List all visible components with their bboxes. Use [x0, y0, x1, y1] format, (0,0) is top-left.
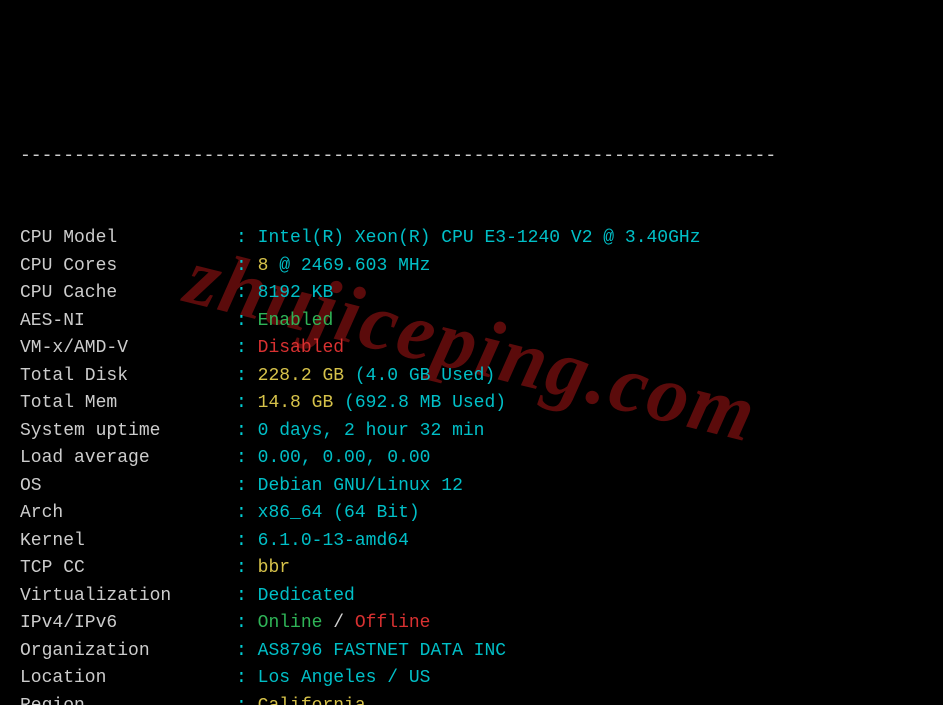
info-row: Total Mem : 14.8 GB (692.8 MB Used): [20, 390, 923, 418]
row-label: CPU Cores: [20, 256, 225, 276]
row-value: /: [322, 613, 354, 633]
row-label: VM-x/AMD-V: [20, 338, 225, 358]
row-value: x86_64 (64 Bit): [258, 503, 420, 523]
terminal-window: zhujiceping.com ------------------------…: [0, 0, 943, 705]
row-value: 8: [258, 256, 280, 276]
colon-separator: :: [225, 311, 257, 331]
colon-separator: :: [225, 283, 257, 303]
info-row: Load average : 0.00, 0.00, 0.00: [20, 445, 923, 473]
info-row: Total Disk : 228.2 GB (4.0 GB Used): [20, 363, 923, 391]
row-label: Arch: [20, 503, 225, 523]
row-label: Load average: [20, 448, 225, 468]
colon-separator: :: [225, 338, 257, 358]
row-label: Total Mem: [20, 393, 225, 413]
info-row: OS : Debian GNU/Linux 12: [20, 473, 923, 501]
colon-separator: :: [225, 256, 257, 276]
row-label: Kernel: [20, 531, 225, 551]
row-value: California: [258, 696, 366, 705]
info-row: TCP CC : bbr: [20, 555, 923, 583]
colon-separator: :: [225, 503, 257, 523]
row-value: 8192 KB: [258, 283, 334, 303]
row-label: Total Disk: [20, 366, 225, 386]
row-label: Location: [20, 668, 225, 688]
colon-separator: :: [225, 228, 257, 248]
row-value: @ 2469.603 MHz: [279, 256, 430, 276]
row-value: (692.8 MB Used): [344, 393, 506, 413]
row-value: (4.0 GB Used): [355, 366, 495, 386]
row-value: 6.1.0-13-amd64: [258, 531, 409, 551]
row-label: CPU Model: [20, 228, 225, 248]
divider-top: ----------------------------------------…: [20, 143, 923, 171]
row-label: TCP CC: [20, 558, 225, 578]
row-value: AS8796 FASTNET DATA INC: [258, 641, 506, 661]
row-label: Region: [20, 696, 225, 705]
row-value: bbr: [258, 558, 290, 578]
row-value: Intel(R) Xeon(R) CPU E3-1240 V2 @ 3.40GH…: [258, 228, 701, 248]
colon-separator: :: [225, 613, 257, 633]
row-value: Disabled: [258, 338, 344, 358]
row-value: Dedicated: [258, 586, 355, 606]
row-value: Debian GNU/Linux 12: [258, 476, 463, 496]
row-value: Los Angeles / US: [258, 668, 431, 688]
info-row: Kernel : 6.1.0-13-amd64: [20, 528, 923, 556]
colon-separator: :: [225, 366, 257, 386]
terminal-content: ----------------------------------------…: [20, 88, 923, 705]
colon-separator: :: [225, 558, 257, 578]
info-row: IPv4/IPv6 : Online / Offline: [20, 610, 923, 638]
colon-separator: :: [225, 531, 257, 551]
info-row: CPU Cores : 8 @ 2469.603 MHz: [20, 253, 923, 281]
info-row: CPU Cache : 8192 KB: [20, 280, 923, 308]
colon-separator: :: [225, 393, 257, 413]
row-value: 0.00, 0.00, 0.00: [258, 448, 431, 468]
row-label: Organization: [20, 641, 225, 661]
info-row: Location : Los Angeles / US: [20, 665, 923, 693]
info-row: VM-x/AMD-V : Disabled: [20, 335, 923, 363]
row-value: 0 days, 2 hour 32 min: [258, 421, 485, 441]
sysinfo-rows: CPU Model : Intel(R) Xeon(R) CPU E3-1240…: [20, 225, 923, 705]
row-label: Virtualization: [20, 586, 225, 606]
info-row: CPU Model : Intel(R) Xeon(R) CPU E3-1240…: [20, 225, 923, 253]
row-value: Online: [258, 613, 323, 633]
colon-separator: :: [225, 641, 257, 661]
row-label: CPU Cache: [20, 283, 225, 303]
row-label: System uptime: [20, 421, 225, 441]
info-row: Organization : AS8796 FASTNET DATA INC: [20, 638, 923, 666]
info-row: Virtualization : Dedicated: [20, 583, 923, 611]
row-label: AES-NI: [20, 311, 225, 331]
info-row: AES-NI : Enabled: [20, 308, 923, 336]
info-row: Region : California: [20, 693, 923, 705]
row-label: IPv4/IPv6: [20, 613, 225, 633]
row-value: Enabled: [258, 311, 334, 331]
colon-separator: :: [225, 586, 257, 606]
colon-separator: :: [225, 696, 257, 705]
row-value: 228.2 GB: [258, 366, 355, 386]
row-label: OS: [20, 476, 225, 496]
colon-separator: :: [225, 448, 257, 468]
colon-separator: :: [225, 421, 257, 441]
colon-separator: :: [225, 668, 257, 688]
info-row: Arch : x86_64 (64 Bit): [20, 500, 923, 528]
row-value: 14.8 GB: [258, 393, 344, 413]
colon-separator: :: [225, 476, 257, 496]
row-value: Offline: [355, 613, 431, 633]
info-row: System uptime : 0 days, 2 hour 32 min: [20, 418, 923, 446]
